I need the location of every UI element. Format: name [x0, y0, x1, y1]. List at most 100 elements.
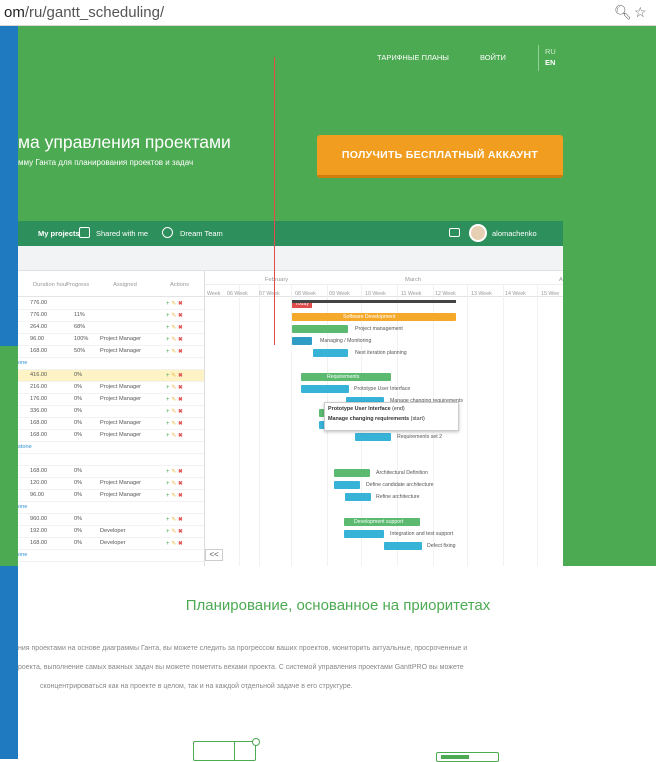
delete-icon[interactable]: ✖ — [178, 517, 183, 523]
username[interactable]: alomachenko — [492, 229, 537, 238]
table-row[interactable]: 120.00 0% Project Manager + ✎ ✖ — [18, 478, 205, 490]
zoom-icon[interactable]: 🔍︎ — [614, 4, 632, 21]
table-row[interactable]: 192.00 0% Developer + ✎ ✖ — [18, 526, 205, 538]
add-icon[interactable]: + — [166, 421, 170, 427]
row-actions[interactable]: + ✎ ✖ — [166, 300, 183, 307]
row-actions[interactable]: + ✎ ✖ — [166, 408, 183, 415]
chat-icon[interactable] — [449, 228, 460, 237]
table-row[interactable]: one — [18, 358, 205, 370]
delete-icon[interactable]: ✖ — [178, 373, 183, 379]
delete-icon[interactable]: ✖ — [178, 529, 183, 535]
delete-icon[interactable]: ✖ — [178, 385, 183, 391]
add-icon[interactable]: + — [166, 517, 170, 523]
delete-icon[interactable]: ✖ — [178, 313, 183, 319]
add-icon[interactable]: + — [166, 409, 170, 415]
edit-icon[interactable]: ✎ — [171, 529, 176, 535]
add-icon[interactable]: + — [166, 433, 170, 439]
add-icon[interactable]: + — [166, 481, 170, 487]
add-icon[interactable]: + — [166, 541, 170, 547]
add-icon[interactable]: + — [166, 385, 170, 391]
col-assigned[interactable]: Assigned — [113, 282, 137, 288]
edit-icon[interactable]: ✎ — [171, 541, 176, 547]
add-icon[interactable]: + — [166, 301, 170, 307]
delete-icon[interactable]: ✖ — [178, 541, 183, 547]
delete-icon[interactable]: ✖ — [178, 409, 183, 415]
edit-icon[interactable]: ✎ — [171, 421, 176, 427]
edit-icon[interactable]: ✎ — [171, 301, 176, 307]
table-row[interactable]: 96.00 0% Project Manager + ✎ ✖ — [18, 490, 205, 502]
table-row[interactable]: 96.00 100% Project Manager + ✎ ✖ — [18, 334, 205, 346]
task-bar-next-iteration[interactable] — [313, 349, 348, 357]
edit-icon[interactable]: ✎ — [171, 337, 176, 343]
table-row[interactable]: 776.00 + ✎ ✖ — [18, 298, 205, 310]
table-row[interactable]: 216.00 0% Project Manager + ✎ ✖ — [18, 382, 205, 394]
task-bar-refine-arch[interactable] — [345, 493, 371, 501]
edit-icon[interactable]: ✎ — [171, 493, 176, 499]
edit-icon[interactable]: ✎ — [171, 385, 176, 391]
tab-dream-team[interactable]: Dream Team — [180, 229, 223, 238]
table-row[interactable]: 776.00 11% + ✎ ✖ — [18, 310, 205, 322]
delete-icon[interactable]: ✖ — [178, 349, 183, 355]
delete-icon[interactable]: ✖ — [178, 493, 183, 499]
delete-icon[interactable]: ✖ — [178, 301, 183, 307]
star-icon[interactable]: ☆ — [634, 4, 647, 21]
table-row[interactable]: 176.00 0% Project Manager + ✎ ✖ — [18, 394, 205, 406]
delete-icon[interactable]: ✖ — [178, 421, 183, 427]
row-actions[interactable]: + ✎ ✖ — [166, 324, 183, 331]
task-bar-managing[interactable] — [292, 337, 312, 345]
add-icon[interactable]: + — [166, 373, 170, 379]
add-icon[interactable]: + — [166, 469, 170, 475]
nav-plans-link[interactable]: ТАРИФНЫЕ ПЛАНЫ — [377, 53, 449, 62]
row-actions[interactable]: + ✎ ✖ — [166, 468, 183, 475]
row-actions[interactable]: + ✎ ✖ — [166, 492, 183, 499]
row-actions[interactable]: + ✎ ✖ — [166, 384, 183, 391]
table-row[interactable]: 168.00 0% Project Manager + ✎ ✖ — [18, 430, 205, 442]
row-actions[interactable]: + ✎ ✖ — [166, 396, 183, 403]
task-bar-requirements-set2[interactable] — [355, 433, 391, 441]
row-actions[interactable]: + ✎ ✖ — [166, 480, 183, 487]
delete-icon[interactable]: ✖ — [178, 337, 183, 343]
table-row[interactable]: 960.00 0% + ✎ ✖ — [18, 514, 205, 526]
lang-ru-link[interactable]: RU — [545, 47, 556, 56]
row-actions[interactable]: + ✎ ✖ — [166, 312, 183, 319]
tab-my-projects[interactable]: My projects — [38, 229, 80, 238]
table-row[interactable]: 168.00 0% Developer + ✎ ✖ — [18, 538, 205, 550]
row-actions[interactable]: + ✎ ✖ — [166, 348, 183, 355]
table-row[interactable]: one — [18, 502, 205, 514]
col-actions[interactable]: Actions — [170, 282, 189, 288]
table-row[interactable]: 264.00 68% + ✎ ✖ — [18, 322, 205, 334]
edit-icon[interactable]: ✎ — [171, 409, 176, 415]
add-icon[interactable]: + — [166, 529, 170, 535]
project-summary-bar[interactable] — [292, 300, 456, 303]
tab-shared-with-me[interactable]: Shared with me — [96, 229, 148, 238]
address-bar[interactable]: om/ru/gantt_scheduling/ 🔍︎ ☆ — [0, 0, 656, 26]
add-icon[interactable]: + — [166, 325, 170, 331]
edit-icon[interactable]: ✎ — [171, 349, 176, 355]
edit-icon[interactable]: ✎ — [171, 433, 176, 439]
row-actions[interactable]: + ✎ ✖ — [166, 336, 183, 343]
edit-icon[interactable]: ✎ — [171, 325, 176, 331]
task-bar-defect[interactable] — [384, 542, 422, 550]
table-row[interactable]: 336.00 0% + ✎ ✖ — [18, 406, 205, 418]
row-actions[interactable]: + ✎ ✖ — [166, 528, 183, 535]
add-icon[interactable]: + — [166, 493, 170, 499]
row-actions[interactable]: + ✎ ✖ — [166, 372, 183, 379]
task-bar-integration[interactable] — [344, 530, 384, 538]
edit-icon[interactable]: ✎ — [171, 517, 176, 523]
get-free-account-button[interactable]: ПОЛУЧИТЬ БЕСПЛАТНЫЙ АККАУНТ — [317, 135, 563, 178]
row-actions[interactable]: + ✎ ✖ — [166, 432, 183, 439]
nav-login-link[interactable]: ВОЙТИ — [480, 53, 506, 62]
table-row[interactable]: one — [18, 550, 205, 562]
add-icon[interactable]: + — [166, 397, 170, 403]
add-icon[interactable]: + — [166, 337, 170, 343]
delete-icon[interactable]: ✖ — [178, 433, 183, 439]
delete-icon[interactable]: ✖ — [178, 469, 183, 475]
avatar[interactable] — [469, 224, 487, 242]
row-actions[interactable]: + ✎ ✖ — [166, 420, 183, 427]
table-row[interactable]: 168.00 0% + ✎ ✖ — [18, 466, 205, 478]
task-bar-define-arch[interactable] — [334, 481, 360, 489]
row-actions[interactable]: + ✎ ✖ — [166, 516, 183, 523]
edit-icon[interactable]: ✎ — [171, 469, 176, 475]
url-text[interactable]: om/ru/gantt_scheduling/ — [4, 4, 164, 21]
edit-icon[interactable]: ✎ — [171, 373, 176, 379]
